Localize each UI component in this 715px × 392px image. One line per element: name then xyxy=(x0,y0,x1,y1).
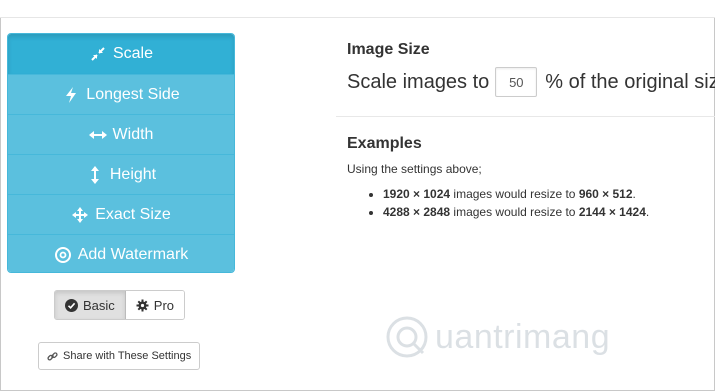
menu-item-label: Scale xyxy=(112,45,154,62)
example-end: . xyxy=(632,187,636,201)
menu-item-width[interactable]: Width xyxy=(8,114,234,154)
menu-item-longest-side[interactable]: Longest Side xyxy=(8,74,234,114)
watermark: uantrimang xyxy=(385,315,610,359)
horizontal-arrows-icon xyxy=(88,130,107,140)
share-label: Share with These Settings xyxy=(63,350,192,362)
basic-mode-button[interactable]: Basic xyxy=(55,291,126,319)
vertical-arrows-icon xyxy=(86,165,104,184)
examples-heading: Examples xyxy=(347,135,422,152)
check-circle-icon xyxy=(65,298,78,312)
compress-arrows-icon xyxy=(89,46,107,62)
top-divider xyxy=(0,17,715,18)
section-divider xyxy=(336,116,715,117)
resize-mode-menu: Scale Longest Side Width Height Exact Si… xyxy=(7,33,235,273)
gear-icon xyxy=(136,299,149,311)
scale-percent-input[interactable] xyxy=(495,67,538,97)
example-to: 960 × 512 xyxy=(578,187,633,201)
menu-item-label: Height xyxy=(109,165,157,183)
scale-suffix: % of the original size. xyxy=(545,70,715,93)
scale-row: Scale images to % of the original size. xyxy=(347,66,715,98)
menu-item-label: Exact Size xyxy=(95,205,171,223)
mode-toggle: Basic Pro xyxy=(54,290,186,320)
examples-list: 1920 × 1024 images would resize to 960 ×… xyxy=(365,185,649,221)
menu-item-label: Add Watermark xyxy=(77,245,189,263)
image-size-heading: Image Size xyxy=(347,41,430,58)
list-item: 1920 × 1024 images would resize to 960 ×… xyxy=(383,185,649,203)
bolt-icon xyxy=(62,86,80,103)
share-settings-button[interactable]: Share with These Settings xyxy=(38,342,201,370)
menu-item-label: Longest Side xyxy=(86,85,180,103)
example-from: 1920 × 1024 xyxy=(383,187,451,201)
top-strip xyxy=(0,0,715,17)
pro-mode-label: Pro xyxy=(153,297,175,313)
examples-intro: Using the settings above; xyxy=(347,162,482,176)
menu-item-exact-size[interactable]: Exact Size xyxy=(8,194,234,234)
copyright-circle-icon xyxy=(54,246,72,263)
menu-item-height[interactable]: Height xyxy=(8,154,234,194)
example-middle: images would resize to xyxy=(450,205,579,219)
watermark-logo-icon xyxy=(386,316,428,358)
menu-item-add-watermark[interactable]: Add Watermark xyxy=(8,234,234,272)
scale-prefix: Scale images to xyxy=(347,70,490,93)
example-end: . xyxy=(645,205,650,219)
example-from: 4288 × 2848 xyxy=(383,205,451,219)
basic-mode-label: Basic xyxy=(83,297,115,313)
move-arrows-icon xyxy=(71,206,89,223)
example-middle: images would resize to xyxy=(450,187,579,201)
menu-item-label: Width xyxy=(112,125,154,143)
menu-item-scale[interactable]: Scale xyxy=(8,34,234,74)
pro-mode-button[interactable]: Pro xyxy=(125,291,185,319)
watermark-text: uantrimang xyxy=(435,317,611,356)
example-to: 2144 × 1424 xyxy=(578,205,646,219)
link-icon xyxy=(47,351,58,360)
list-item: 4288 × 2848 images would resize to 2144 … xyxy=(383,203,649,221)
